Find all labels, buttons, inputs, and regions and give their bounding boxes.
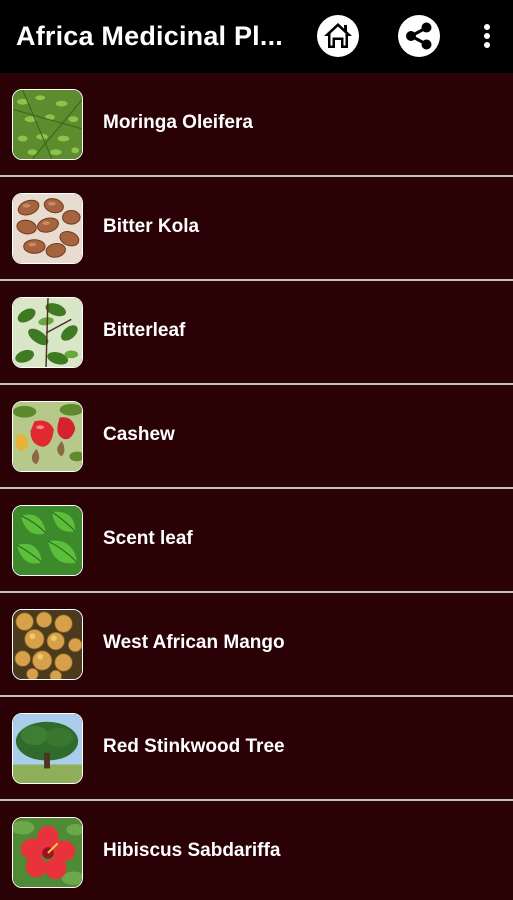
- bitterleaf-plant-thumbnail: [12, 297, 83, 368]
- plant-name: Bitterleaf: [103, 320, 186, 341]
- hibiscus-flower-thumbnail: [12, 817, 83, 888]
- list-item[interactable]: Scent leaf: [0, 489, 513, 591]
- overflow-menu-button[interactable]: [474, 14, 500, 58]
- kola-nuts-thumbnail: [12, 193, 83, 264]
- home-icon: [317, 15, 359, 57]
- list-item[interactable]: Hibiscus Sabdariffa: [0, 801, 513, 900]
- scent-leaf-thumbnail: [12, 505, 83, 576]
- list-item[interactable]: Bitter Kola: [0, 177, 513, 279]
- plant-name: Bitter Kola: [103, 216, 200, 237]
- moringa-leaves-thumbnail: [12, 89, 83, 160]
- share-icon: [398, 15, 440, 57]
- list-item[interactable]: Moringa Oleifera: [0, 73, 513, 175]
- share-button[interactable]: [397, 14, 441, 58]
- app-toolbar: Africa Medicinal Pl...: [0, 0, 513, 73]
- more-vertical-icon: [484, 24, 490, 48]
- list-item[interactable]: Cashew: [0, 385, 513, 487]
- app-screen: Africa Medicinal Pl... Moringa Oleifera …: [0, 0, 513, 900]
- plant-name: West African Mango: [103, 632, 285, 653]
- list-item[interactable]: Red Stinkwood Tree: [0, 697, 513, 799]
- plant-name: Scent leaf: [103, 528, 193, 549]
- plant-name: Red Stinkwood Tree: [103, 736, 285, 757]
- plant-name: Moringa Oleifera: [103, 112, 253, 133]
- stinkwood-tree-thumbnail: [12, 713, 83, 784]
- mango-fruits-thumbnail: [12, 609, 83, 680]
- app-title: Africa Medicinal Pl...: [16, 21, 283, 51]
- list-item[interactable]: Bitterleaf: [0, 281, 513, 383]
- cashew-fruit-thumbnail: [12, 401, 83, 472]
- home-button[interactable]: [316, 14, 360, 58]
- plant-name: Cashew: [103, 424, 175, 445]
- plant-name: Hibiscus Sabdariffa: [103, 840, 281, 861]
- list-item[interactable]: West African Mango: [0, 593, 513, 695]
- plant-list: Moringa Oleifera Bitter Kola Bitterleaf …: [0, 73, 513, 900]
